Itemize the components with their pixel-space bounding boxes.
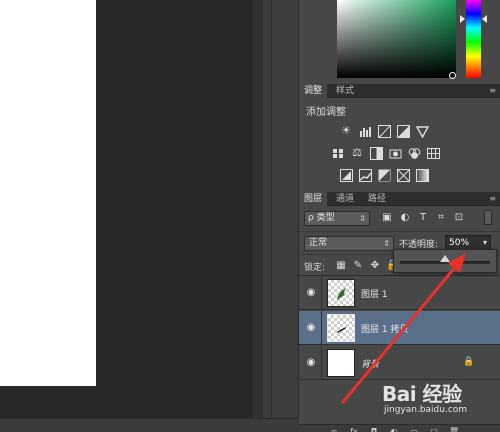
adjustments-row-2: ⚖ (331, 146, 440, 160)
adjustments-tab-bar: 调整 样式 ≡ (299, 84, 500, 98)
watermark: Bai 经验 jingyan.baidu.com (382, 378, 500, 418)
tab-layers[interactable]: 图层 (299, 192, 328, 206)
eye-icon[interactable]: ◉ (305, 322, 317, 334)
right-panel-dock: 调整 样式 ≡ 添加调整 ☀ ⚖ 图层 通道 路径 ≡ ρ 类型 ⇕ ▣ ◐ T… (299, 0, 500, 432)
hue-slider-left-arrow-icon[interactable] (460, 15, 465, 23)
opacity-slider-thumb[interactable] (440, 255, 450, 262)
curves-icon[interactable] (377, 124, 391, 138)
tab-adjustments[interactable]: 调整 (299, 84, 328, 98)
chevron-down-icon[interactable]: ▾ (483, 236, 487, 250)
black-white-icon[interactable] (369, 146, 383, 160)
layer-filter-label: ρ 类型 (308, 213, 335, 223)
tab-paths[interactable]: 路径 (363, 192, 391, 206)
color-picker-marker[interactable] (449, 72, 456, 79)
watermark-brand: Bai 经验 (382, 382, 462, 406)
chevron-down-icon: ⇕ (383, 239, 390, 248)
adjustments-panel: 添加调整 ☀ ⚖ (299, 98, 500, 192)
hue-saturation-icon[interactable] (331, 146, 345, 160)
eye-icon[interactable]: ◉ (305, 287, 317, 299)
blend-mode-select[interactable]: 正常 ⇕ (304, 236, 394, 251)
layer-thumbnail (327, 314, 355, 342)
selective-color-icon[interactable] (396, 168, 410, 182)
smart-object-filter-icon[interactable]: ⊡ (453, 211, 465, 225)
divider (321, 311, 322, 345)
panel-menu-icon[interactable]: ≡ (486, 86, 496, 95)
link-layers-icon[interactable]: ∞ (329, 427, 339, 432)
invert-icon[interactable] (339, 168, 353, 182)
adjustments-title: 添加调整 (306, 107, 346, 118)
filter-toggle-switch[interactable] (484, 210, 492, 225)
layer-row[interactable]: ◉ 图层 1 (299, 276, 500, 310)
add-mask-icon[interactable]: ◘ (369, 427, 379, 432)
document-workspace[interactable] (0, 0, 255, 432)
workspace-vertical-scrollbar[interactable] (253, 0, 263, 432)
blend-mode-value: 正常 (309, 238, 328, 248)
hue-slider-right-arrow-icon[interactable] (482, 15, 487, 23)
layer-filter-icons: ▣ ◐ T ⌗ ⊡ (381, 211, 465, 225)
adjustments-row-1: ☀ (339, 124, 429, 138)
chevron-down-icon: ⇕ (359, 214, 366, 223)
brightness-icon[interactable]: ☀ (339, 124, 353, 138)
layer-style-icon[interactable]: fx (349, 427, 359, 432)
eye-icon[interactable]: ◉ (305, 357, 317, 369)
adjustment-layer-filter-icon[interactable]: ◐ (399, 211, 411, 225)
shape-layer-filter-icon[interactable]: ⌗ (435, 211, 447, 225)
lock-label: 锁定: (304, 263, 326, 273)
levels-icon[interactable] (358, 124, 372, 138)
gradient-map-icon[interactable] (415, 168, 429, 182)
photo-filter-icon[interactable] (388, 146, 402, 160)
layer-row[interactable]: ◉ 图层 1 拷贝 (299, 311, 500, 345)
color-picker-panel (299, 0, 500, 84)
photoshop-window: 调整 样式 ≡ 添加调整 ☀ ⚖ 图层 通道 路径 ≡ ρ 类型 ⇕ ▣ ◐ T… (0, 0, 500, 432)
layer-thumbnail (327, 349, 355, 377)
pixel-layer-filter-icon[interactable]: ▣ (381, 211, 393, 225)
lock-image-pixels-icon[interactable]: ✎ (352, 259, 364, 272)
type-layer-filter-icon[interactable]: T (417, 211, 429, 225)
divider (321, 276, 322, 310)
watermark-url: jingyan.baidu.com (384, 405, 468, 415)
panel-menu-icon[interactable]: ≡ (486, 194, 496, 203)
hue-slider[interactable] (466, 0, 481, 78)
plant-icon (337, 288, 346, 300)
adjustments-row-3 (339, 168, 429, 182)
threshold-icon[interactable] (377, 168, 391, 182)
tab-styles[interactable]: 样式 (331, 84, 359, 98)
tab-channels[interactable]: 通道 (331, 192, 359, 206)
layer-filter-select[interactable]: ρ 类型 ⇕ (304, 211, 370, 226)
divider (321, 346, 322, 380)
layers-tab-bar: 图层 通道 路径 ≡ (299, 192, 500, 206)
exposure-icon[interactable] (396, 124, 410, 138)
color-balance-icon[interactable]: ⚖ (350, 146, 364, 160)
new-group-icon[interactable]: ▭ (409, 427, 419, 432)
opacity-value: 50% (449, 238, 470, 248)
layer-name: 图层 1 拷贝 (361, 325, 409, 335)
layer-thumbnail (327, 279, 355, 307)
lock-position-icon[interactable]: ✥ (369, 259, 381, 272)
new-adjustment-icon[interactable]: ◐ (389, 427, 399, 432)
channel-mixer-icon[interactable] (407, 146, 421, 160)
lock-icon: 🔒 (463, 357, 475, 367)
layer-name: 图层 1 (361, 290, 388, 300)
layer-row[interactable]: ◉ 背景 🔒 (299, 346, 500, 380)
workspace-status-bar (0, 418, 300, 432)
color-saturation-field[interactable] (337, 0, 456, 78)
lock-icons: ▦ ✎ ✥ 🔒 (335, 259, 398, 272)
posterize-icon[interactable] (358, 168, 372, 182)
vibrance-triangle-icon[interactable] (415, 124, 429, 138)
layers-bottom-toolbar: ∞ fx ◘ ◐ ▭ ▢ 🗑 (299, 424, 500, 432)
trash-icon[interactable]: 🗑 (449, 427, 459, 432)
new-layer-icon[interactable]: ▢ (429, 427, 439, 432)
opacity-slider-popup (393, 249, 497, 273)
collapsed-dock-strip[interactable] (271, 0, 299, 432)
brush-stroke-icon (337, 327, 347, 333)
lock-transparent-pixels-icon[interactable]: ▦ (335, 259, 347, 272)
color-lookup-icon[interactable] (426, 146, 440, 160)
layer-name: 背景 (361, 360, 380, 370)
document-canvas[interactable] (0, 0, 96, 386)
panel-divider (263, 0, 271, 432)
